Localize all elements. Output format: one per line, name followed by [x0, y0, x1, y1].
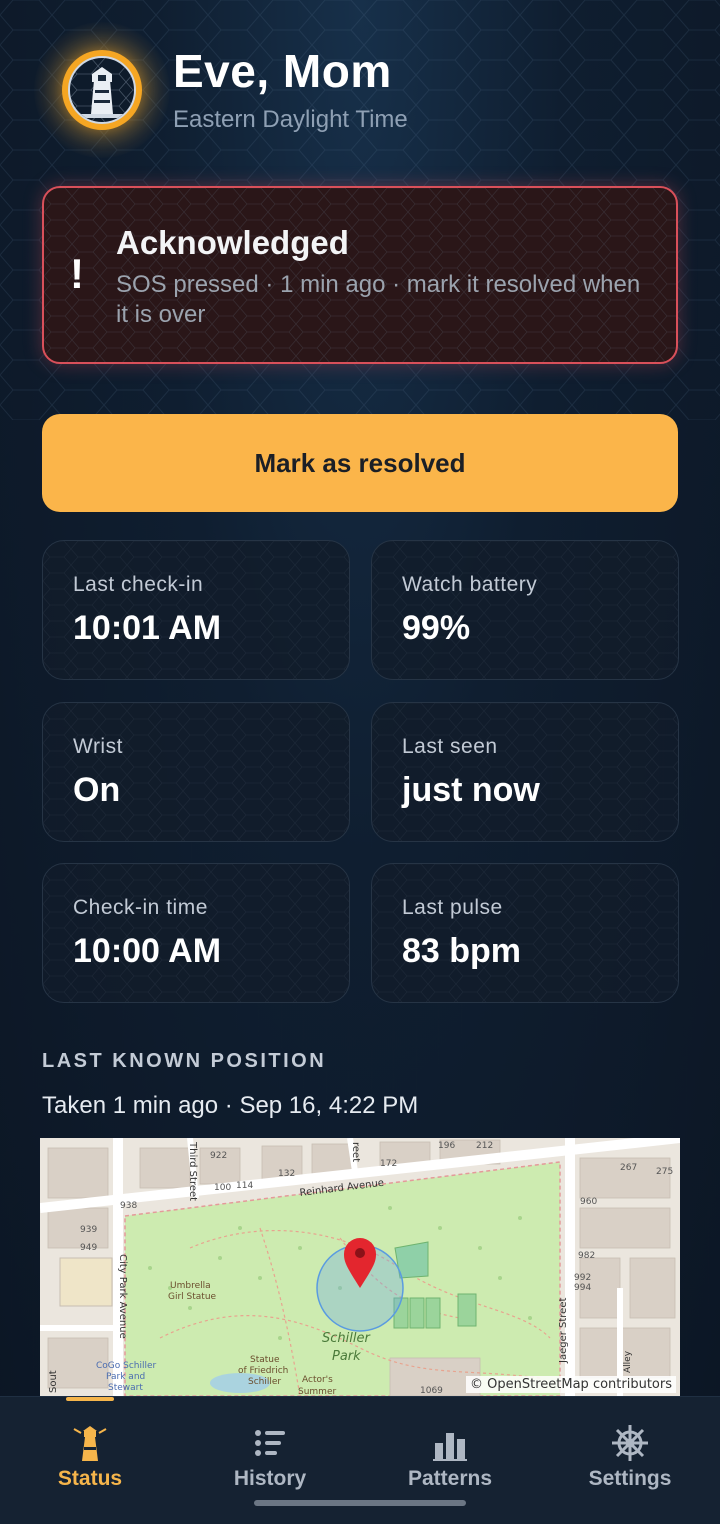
map-house-number: 132: [278, 1169, 295, 1179]
map-label-umbrella-1: Umbrella: [170, 1281, 211, 1291]
stat-label: Last check-in: [73, 573, 204, 596]
stat-card-last-seen: Last seen just now: [371, 702, 679, 842]
list-icon: [255, 1430, 285, 1456]
stat-card-last-pulse: Last pulse 83 bpm: [371, 863, 679, 1003]
nav-tab-status[interactable]: Status: [0, 1397, 180, 1524]
map-label-cogo-2: Park and: [106, 1372, 145, 1382]
lighthouse-logo-icon: [68, 56, 136, 124]
map-house-number: 982: [578, 1251, 595, 1261]
nav-label: Status: [57, 1467, 123, 1490]
map-label-schiller-1: Schiller: [322, 1331, 371, 1346]
map-house-number: 992: [574, 1273, 591, 1283]
position-timestamp: Taken 1 min ago · Sep 16, 4:22 PM: [42, 1092, 419, 1119]
alert-subtitle: SOS pressed · 1 min ago · mark it resolv…: [116, 271, 641, 328]
map-house-number: 949: [80, 1243, 97, 1253]
location-map[interactable]: Reinhard Avenue Third Street reet City P…: [40, 1138, 680, 1396]
map-label-alley: Alley: [623, 1350, 633, 1373]
map-house-number: 196: [438, 1141, 455, 1151]
map-label-statue-3: Schiller: [248, 1377, 281, 1387]
stat-value: 10:01 AM: [73, 609, 222, 647]
map-house-number: 960: [580, 1197, 597, 1207]
stat-value: 83 bpm: [402, 932, 522, 970]
stat-card-last-check-in: Last check-in 10:01 AM: [42, 540, 350, 680]
map-label-third: Third Street: [187, 1141, 198, 1201]
map-label-cogo-3: Stewart: [108, 1383, 143, 1393]
map-label-city-park: City Park Avenue: [117, 1254, 128, 1339]
stat-label: Last seen: [402, 735, 498, 758]
stat-value: 10:00 AM: [73, 932, 222, 970]
mark-resolved-button[interactable]: Mark as resolved: [42, 414, 678, 512]
stat-card-watch-battery: Watch battery 99%: [371, 540, 679, 680]
section-title-position: LAST KNOWN POSITION: [42, 1050, 327, 1072]
map-label-cogo-1: CoGo Schiller: [96, 1361, 157, 1371]
lighthouse-icon: [73, 1426, 107, 1461]
contact-name: Eve, Mom: [173, 45, 392, 97]
stat-label: Check-in time: [73, 896, 208, 919]
map-house-number: 922: [210, 1151, 227, 1161]
profile-header: Eve, Mom Eastern Daylight Time: [34, 22, 694, 158]
map-label-statue-1: Statue: [250, 1355, 280, 1365]
map-label-actors-2: Summer: [298, 1387, 336, 1396]
map-house-number: 100: [214, 1183, 231, 1193]
map-house-number: 267: [620, 1163, 637, 1173]
exclamation-icon: !: [70, 250, 84, 297]
map-house-number: 114: [236, 1181, 253, 1191]
active-tab-indicator: [66, 1397, 114, 1401]
timezone-label: Eastern Daylight Time: [173, 106, 408, 133]
map-label-street-cut: reet: [350, 1142, 361, 1162]
nav-label: Patterns: [407, 1467, 493, 1490]
ship-wheel-icon: [612, 1425, 648, 1461]
stat-label: Wrist: [73, 735, 123, 758]
stat-label: Watch battery: [402, 573, 538, 596]
map-house-number: 994: [574, 1283, 591, 1293]
avatar[interactable]: [34, 22, 170, 158]
nav-tab-settings[interactable]: Settings: [540, 1397, 720, 1524]
bar-chart-icon: [433, 1433, 467, 1461]
map-house-number: 172: [380, 1159, 397, 1169]
stat-card-wrist: Wrist On: [42, 702, 350, 842]
map-label-umbrella-2: Girl Statue: [168, 1292, 217, 1302]
stat-value: On: [73, 771, 121, 809]
sos-alert-card: ! Acknowledged SOS pressed · 1 min ago ·…: [42, 186, 678, 364]
nav-label: History: [233, 1467, 307, 1490]
map-label-south: Sout: [48, 1370, 59, 1393]
map-label-statue-2: of Friedrich: [238, 1366, 288, 1376]
stat-card-check-in-time: Check-in time 10:00 AM: [42, 863, 350, 1003]
stat-value: just now: [402, 771, 540, 809]
map-house-number: 939: [80, 1225, 97, 1235]
home-indicator[interactable]: [254, 1500, 466, 1506]
map-attribution[interactable]: © OpenStreetMap contributors: [466, 1376, 676, 1393]
map-house-number: 938: [120, 1201, 137, 1211]
stat-value: 99%: [402, 609, 471, 647]
map-label-schiller-2: Park: [332, 1349, 361, 1364]
map-house-number: 212: [476, 1141, 493, 1151]
map-house-number: 1069: [420, 1386, 443, 1396]
nav-label: Settings: [588, 1467, 672, 1490]
map-label-jaeger: Jaeger Street: [558, 1298, 569, 1364]
stat-label: Last pulse: [402, 896, 503, 919]
map-house-number: 275: [656, 1167, 673, 1177]
alert-title: Acknowledged: [116, 224, 349, 261]
map-label-actors-1: Actor's: [302, 1375, 333, 1385]
